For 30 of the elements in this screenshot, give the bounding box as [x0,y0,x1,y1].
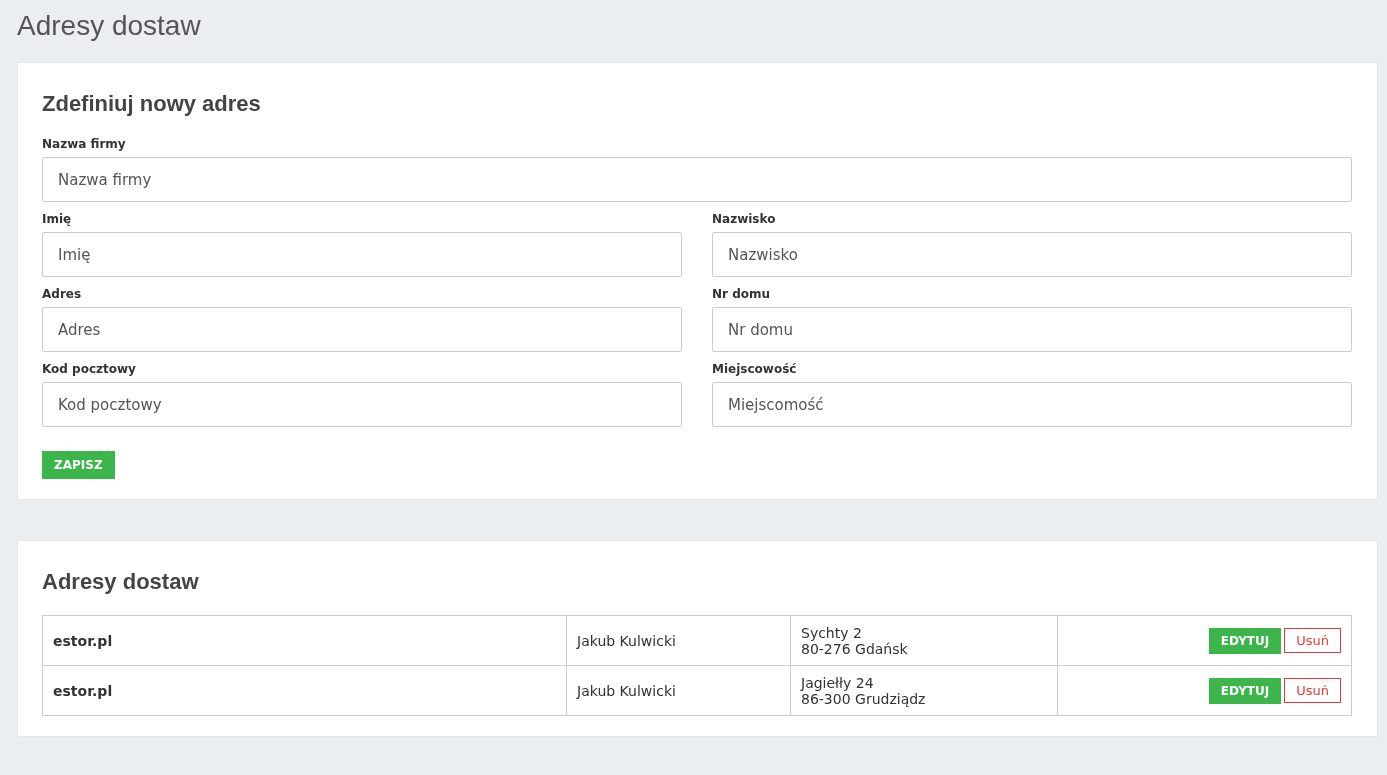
page-title: Adresy dostaw [17,10,202,42]
input-field[interactable]: Adres [42,307,682,352]
address-line: Sychty 2 [801,624,863,641]
company-cell: estor.pl [42,615,567,666]
field-label: Nr domu [712,287,772,301]
field-label: Kod pocztowy [42,362,137,376]
name-cell: Jakub Kulwicki [566,615,791,666]
company-cell: estor.pl [42,665,567,716]
edit-button[interactable]: EDYTUJ [1208,627,1282,654]
field-label: Nazwisko [712,212,777,226]
input-field[interactable]: Kod pocztowy [42,382,682,427]
delete-button[interactable]: Usuń [1284,677,1341,703]
address-line: 86-300 Grudziądz [801,690,927,707]
input-field[interactable]: Nr domu [712,307,1352,352]
field-label: Miejscowość [712,362,798,376]
input-field[interactable]: Imię [42,232,682,277]
input-field[interactable]: Miejscomość [712,382,1352,427]
address-line: 80-276 Gdańsk [801,640,909,657]
field-label: Adres [42,287,83,301]
input-field[interactable]: Nazwisko [712,232,1352,277]
input-field[interactable]: Nazwa firmy [42,157,1352,202]
card-title: Adresy dostaw [42,569,200,595]
card-title: Zdefiniuj nowy adres [42,91,262,117]
field-label: Imię [42,212,73,226]
delete-button[interactable]: Usuń [1284,627,1341,653]
field-label: Nazwa firmy [42,137,127,151]
address-line: Jagiełły 24 [801,674,875,691]
edit-button[interactable]: EDYTUJ [1208,677,1282,704]
name-cell: Jakub Kulwicki [566,665,791,716]
save-button[interactable]: ZAPISZ [42,451,115,479]
